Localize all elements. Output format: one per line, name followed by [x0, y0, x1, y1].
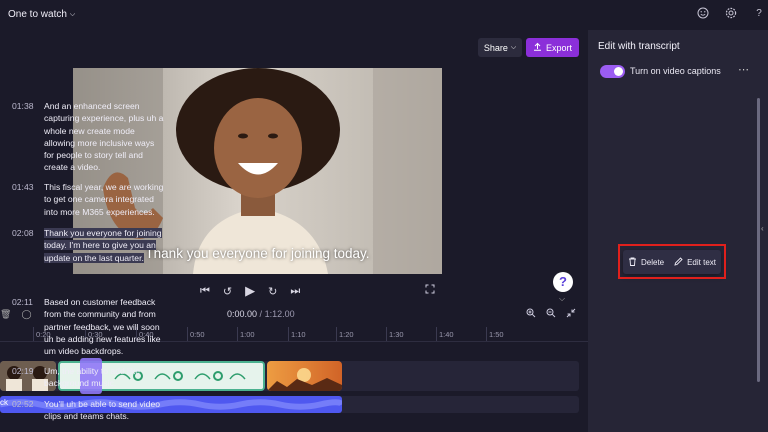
- help-bubble-button[interactable]: ?: [553, 272, 573, 292]
- highlight-annotation: [618, 244, 726, 279]
- collapse-panel-icon[interactable]: ‹: [761, 224, 764, 233]
- forward-5-icon[interactable]: ↻: [268, 285, 277, 298]
- export-button[interactable]: Export: [526, 38, 579, 57]
- transcript-timestamp: 02:11: [12, 297, 33, 307]
- transcript-text[interactable]: Based on customer feedback from the comm…: [44, 296, 166, 357]
- more-options-icon[interactable]: ⋯: [738, 63, 749, 76]
- transcript-timestamp: 02:52: [12, 399, 34, 409]
- transcript-timestamp: 01:43: [12, 182, 34, 192]
- transcript-panel: Edit with transcript Turn on video capti…: [588, 30, 768, 432]
- ruler-tick: 1:20: [336, 327, 354, 341]
- project-title-dropdown[interactable]: One to watch ⌵: [8, 9, 75, 20]
- transcript-entry[interactable]: 01:38 And an enhanced screen capturing e…: [12, 100, 170, 174]
- zoom-tools: [526, 308, 576, 321]
- top-bar: One to watch ⌵ ?: [0, 0, 768, 30]
- delete-icon[interactable]: 🗑: [0, 309, 11, 320]
- transcript-timestamp: 02:08: [12, 228, 34, 238]
- transcript-entry-selected[interactable]: 02:08 Thank you everyone for joining tod…: [12, 227, 170, 264]
- fit-timeline-icon[interactable]: [566, 308, 576, 321]
- total-duration: 1:12.00: [264, 309, 295, 319]
- smiley-icon[interactable]: [696, 7, 710, 21]
- transcript-scrollbar[interactable]: [757, 98, 760, 382]
- transcript-timestamp: 02:19: [12, 366, 34, 376]
- share-button[interactable]: Share ⌵: [478, 38, 522, 57]
- playback-controls: ⏮ ↺ ▶ ↻ ⏭: [200, 283, 300, 299]
- transcript-text[interactable]: Thank you everyone for joining today. I'…: [44, 227, 166, 264]
- transcript-timestamp: 01:38: [12, 101, 34, 111]
- chevron-down-icon[interactable]: ⌵: [559, 294, 565, 304]
- panel-title: Edit with transcript: [598, 41, 680, 52]
- zoom-in-icon[interactable]: [526, 308, 536, 321]
- transcript-entry[interactable]: 02:11 Based on customer feedback from th…: [12, 296, 170, 357]
- project-title: One to watch: [8, 9, 67, 20]
- transcript-text[interactable]: This fiscal year, we are working to get …: [44, 181, 166, 218]
- video-clip[interactable]: [267, 361, 342, 391]
- captions-toggle[interactable]: [600, 65, 625, 78]
- time-readout: 0:00.00 / 1:12.00: [227, 309, 295, 319]
- play-icon[interactable]: ▶: [245, 283, 255, 299]
- skip-to-end-icon[interactable]: ⏭: [290, 285, 300, 298]
- transcript-text[interactable]: And an enhanced screen capturing experie…: [44, 100, 166, 174]
- ruler-tick: 1:00: [237, 327, 255, 341]
- current-time: 0:00.00: [227, 309, 258, 319]
- upload-icon: [533, 42, 542, 53]
- transcript-entry[interactable]: 02:52 You'll uh be able to send video cl…: [12, 398, 170, 423]
- ruler-tick: 1:30: [386, 327, 404, 341]
- transcript-text[interactable]: You'll uh be able to send video clips an…: [44, 398, 166, 423]
- help-icon[interactable]: ?: [752, 7, 766, 21]
- audio-clip-label: ck: [0, 398, 8, 407]
- transcript-text-highlight: Thank you everyone for joining today. I'…: [44, 228, 162, 263]
- ruler-tick: 1:50: [486, 327, 504, 341]
- gear-icon[interactable]: [724, 7, 738, 21]
- chevron-down-icon: ⌵: [510, 43, 517, 51]
- share-label: Share: [483, 42, 508, 53]
- transcript-entry[interactable]: 01:43 This fiscal year, we are working t…: [12, 181, 170, 218]
- ruler-tick: 0:50: [187, 327, 205, 341]
- ruler-tick: 1:10: [288, 327, 306, 341]
- ruler-tick: 1:40: [436, 327, 454, 341]
- skip-to-start-icon[interactable]: ⏮: [200, 285, 210, 298]
- chevron-down-icon: ⌵: [69, 10, 76, 18]
- transcript-entry[interactable]: 02:19 Um, the ability to add like backgr…: [12, 365, 170, 390]
- transcript-text[interactable]: Um, the ability to add like background m…: [44, 365, 166, 390]
- captions-toggle-label: Turn on video captions: [630, 66, 721, 76]
- export-label: Export: [545, 42, 572, 53]
- zoom-out-icon[interactable]: [546, 308, 556, 321]
- rewind-5-icon[interactable]: ↺: [223, 285, 232, 298]
- fullscreen-icon[interactable]: [425, 284, 435, 297]
